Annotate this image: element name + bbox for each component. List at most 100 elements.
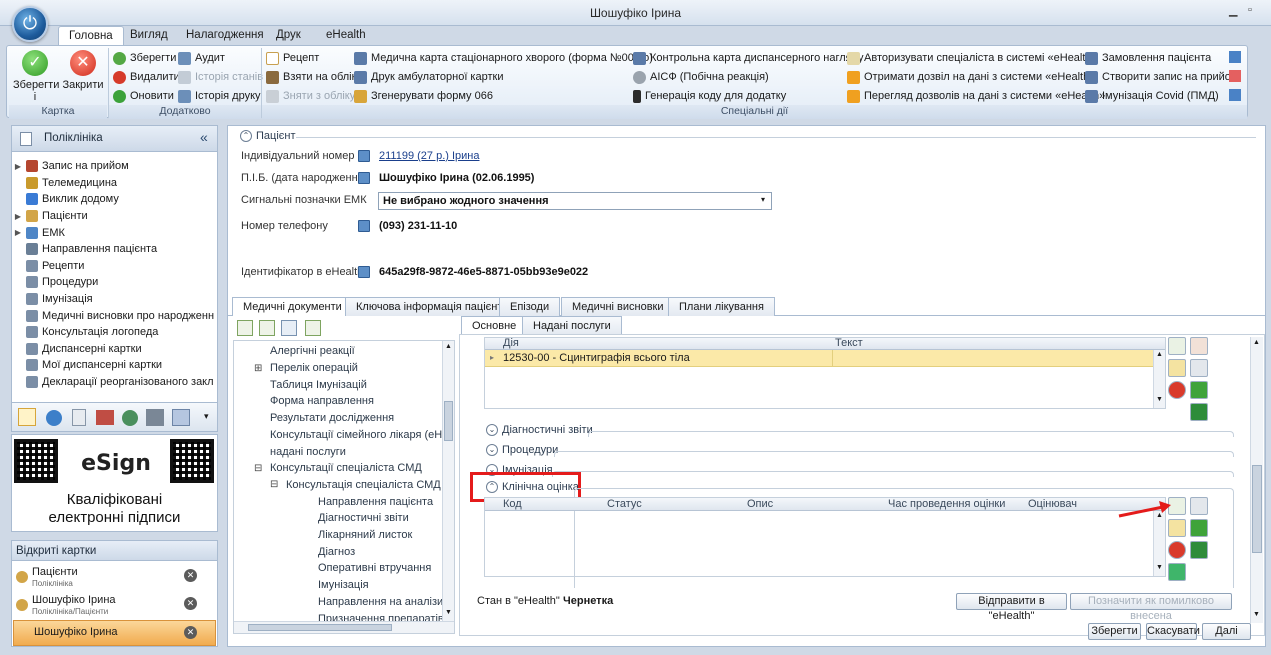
tree-item[interactable]: Лікарняний листок: [302, 527, 412, 544]
scroll-thumb[interactable]: [1252, 465, 1262, 553]
close-icon[interactable]: ✕: [184, 597, 197, 610]
state-history-button[interactable]: Історія станів: [178, 69, 263, 85]
section-clinical-assessment[interactable]: ⌃ Клінічна оцінка: [486, 481, 579, 493]
delete-icon[interactable]: [1168, 541, 1186, 559]
recipe-button[interactable]: Рецепт: [266, 50, 319, 66]
open-card-item[interactable]: Пацієнти Поліклініка ✕: [12, 563, 217, 591]
scroll-up-icon[interactable]: ▲: [1156, 351, 1163, 358]
document-icon[interactable]: [72, 409, 86, 426]
chart-icon[interactable]: [1190, 337, 1208, 355]
globe-icon[interactable]: [46, 410, 62, 426]
tab-key-info[interactable]: Ключова інформація пацієнта: [345, 297, 520, 316]
card-icon[interactable]: [358, 266, 370, 278]
print-outpatient-button[interactable]: Друк амбулаторної картки: [354, 69, 503, 85]
tree-item[interactable]: Імунізація: [302, 577, 369, 594]
aisf-button[interactable]: АІСФ (Побічна реакція): [633, 69, 769, 85]
export-icon[interactable]: [1190, 541, 1208, 559]
esign-banner[interactable]: eSign Кваліфіковані електронні підписи: [11, 434, 218, 532]
refresh-button[interactable]: Оновити: [113, 88, 174, 104]
generate-066-button[interactable]: Згенерувати форму 066: [354, 88, 493, 104]
tab-print[interactable]: Друк: [266, 26, 311, 46]
refresh-icon[interactable]: [122, 410, 138, 426]
expand-arrow-icon[interactable]: ▶: [12, 162, 24, 171]
tree-item[interactable]: Оперативні втручання: [302, 560, 431, 577]
sidebar-item[interactable]: Консультація логопеда: [12, 324, 158, 341]
tab-ehealth[interactable]: eHealth: [316, 26, 376, 46]
column-action[interactable]: Дія: [503, 337, 519, 349]
sidebar-item[interactable]: ▶ Пацієнти: [12, 208, 88, 225]
tree-expander-icon[interactable]: ⊟: [270, 479, 286, 490]
code-gen-button[interactable]: Генерація коду для додатку: [633, 88, 786, 104]
expand-arrow-icon[interactable]: ▶: [12, 228, 24, 237]
tab-treatment-plans[interactable]: Плани лікування: [668, 297, 775, 316]
tree-item[interactable]: Направлення на аналізи: [302, 594, 443, 611]
tools-icon[interactable]: [1190, 497, 1208, 515]
section-procedures[interactable]: ⌄ Процедури: [486, 444, 558, 456]
column-text[interactable]: Текст: [835, 337, 863, 349]
tab-medical-docs[interactable]: Медичні документи: [232, 297, 353, 316]
chevron-down-icon[interactable]: ▾: [204, 411, 209, 422]
sidebar-item[interactable]: Направлення пацієнта: [12, 241, 157, 258]
tree-item[interactable]: Направлення пацієнта: [302, 493, 433, 510]
delete-icon[interactable]: [1168, 381, 1186, 399]
sidebar-item[interactable]: Рецепти: [12, 258, 84, 275]
card-icon[interactable]: [358, 172, 370, 184]
footer-next-button[interactable]: Далі: [1202, 623, 1251, 640]
tab-episodes[interactable]: Епізоди: [499, 297, 561, 316]
add-document-icon[interactable]: [305, 320, 321, 336]
covid-button[interactable]: Імунізація Covid (ПМД): [1085, 88, 1219, 104]
add-document-icon[interactable]: [259, 320, 275, 336]
id-link[interactable]: 211199 (27 р.) Ірина: [379, 150, 480, 162]
action-grid-scrollbar[interactable]: ▲ ▼: [1153, 350, 1165, 408]
tree-item[interactable]: надані послуги: [254, 443, 346, 460]
take-register-button[interactable]: Взяти на облік: [266, 69, 356, 85]
tree-hscrollbar[interactable]: [234, 621, 454, 633]
minimize-icon[interactable]: ▁: [1229, 4, 1237, 17]
column-code[interactable]: Код: [503, 498, 522, 510]
sidebar-item[interactable]: Декларації реорганізованого закл: [12, 374, 214, 391]
scroll-up-icon[interactable]: ▲: [445, 343, 452, 350]
app-menu-button[interactable]: ⏻: [12, 6, 48, 42]
open-card-item[interactable]: Шошуфіко Ірина Поліклініка/Пацієнти ✕: [12, 591, 217, 619]
hscroll-thumb[interactable]: [248, 624, 392, 631]
add-icon[interactable]: [1168, 337, 1186, 355]
section-diagnostic-reports[interactable]: ⌄ Діагностичні звіти: [486, 424, 593, 436]
send-ehealth-button[interactable]: Відправити в "eHealth": [956, 593, 1067, 622]
phone-edit-icon[interactable]: [358, 220, 370, 232]
sidebar-item[interactable]: ▶ Запис на прийом: [12, 158, 129, 175]
dispensary-control-button[interactable]: Контрольна карта диспансерного нагляду: [633, 50, 864, 66]
pane-scrollbar[interactable]: ▲ ▼: [1250, 337, 1263, 623]
copy-document-icon[interactable]: [281, 320, 297, 336]
tree-item[interactable]: Алергічні реакції: [254, 343, 355, 360]
remove-register-button[interactable]: Зняти з обліку: [266, 88, 355, 104]
checklist-icon[interactable]: [172, 409, 190, 426]
tab-conclusions[interactable]: Медичні висновки: [561, 297, 675, 316]
ribbon-extra-icon[interactable]: [1229, 51, 1241, 63]
refresh-icon[interactable]: [1190, 519, 1208, 537]
close-icon[interactable]: ✕: [184, 569, 197, 582]
tab-services[interactable]: Надані послуги: [522, 316, 622, 335]
tree-item[interactable]: ⊟ Консультація спеціаліста СМД від: [270, 477, 454, 494]
tree-item[interactable]: ⊟ Консультації спеціаліста СМД: [254, 460, 422, 477]
sidebar-item[interactable]: Імунізація: [12, 291, 93, 308]
sidebar-item[interactable]: Процедури: [12, 274, 98, 291]
create-appointment-button[interactable]: Створити запис на прийом: [1085, 69, 1238, 85]
tree-item[interactable]: Форма направлення: [254, 393, 374, 410]
sidebar-item[interactable]: Диспансерні картки: [12, 341, 142, 358]
ribbon-extra-icon[interactable]: [1229, 89, 1241, 101]
column-status[interactable]: Статус: [607, 498, 642, 510]
expand-arrow-icon[interactable]: ▶: [12, 212, 24, 221]
scroll-down-icon[interactable]: ▼: [1156, 564, 1163, 571]
tree-expander-icon[interactable]: ⊞: [254, 363, 270, 374]
scroll-thumb[interactable]: [444, 401, 453, 441]
tree-item[interactable]: Консультації сімейного лікаря (eHealt: [254, 427, 454, 444]
print-history-button[interactable]: Історія друку: [178, 88, 261, 104]
tab-view[interactable]: Вигляд: [120, 26, 178, 46]
scroll-down-icon[interactable]: ▼: [1156, 396, 1163, 403]
close-button[interactable]: ✕ Закрити: [61, 50, 105, 91]
ribbon-extra-icon[interactable]: [1229, 70, 1241, 82]
edit-icon[interactable]: [1168, 359, 1186, 377]
table-row[interactable]: ▸ 12530-00 - Сцинтиграфія всього тіла: [485, 350, 1153, 367]
tools-icon[interactable]: [1190, 359, 1208, 377]
tree-item[interactable]: Результати дослідження: [254, 410, 394, 427]
